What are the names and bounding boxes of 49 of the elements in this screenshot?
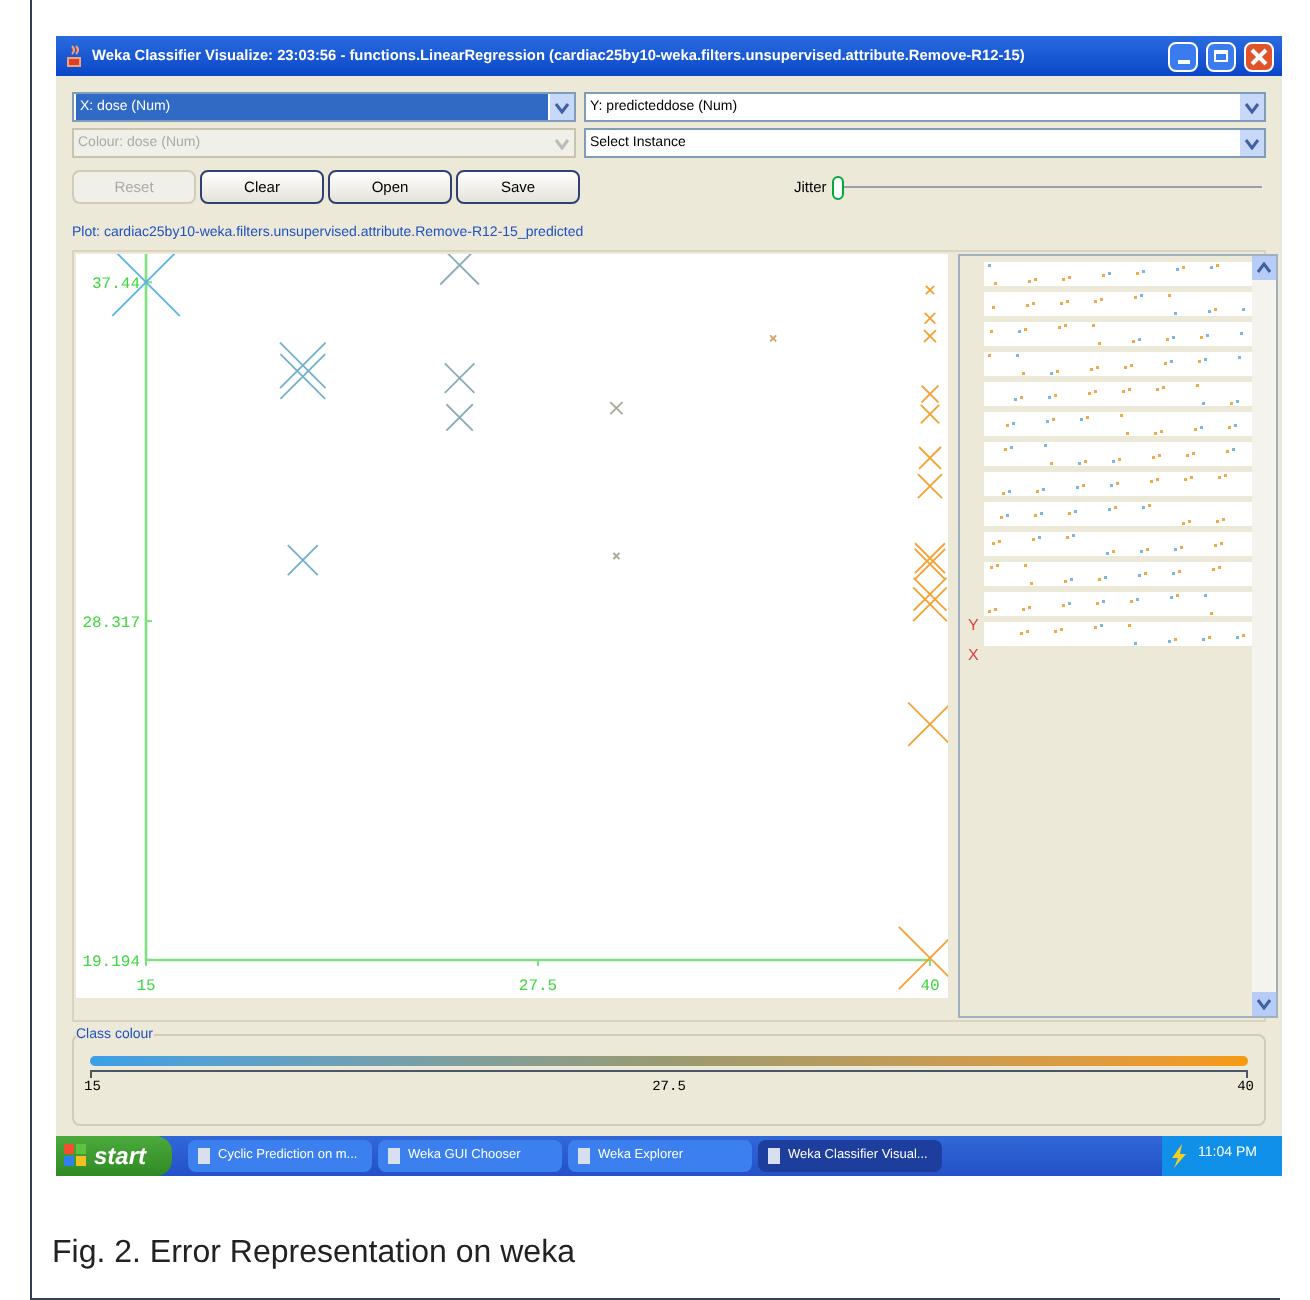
data-point (279, 340, 327, 389)
caret-down-icon (1256, 997, 1272, 1009)
data-point (923, 328, 937, 342)
jitter-slider[interactable] (832, 175, 1263, 199)
data-point (923, 311, 937, 324)
data-point (612, 551, 621, 559)
app-icon (576, 1147, 592, 1163)
data-point (769, 333, 778, 342)
slider-thumb[interactable] (832, 175, 845, 199)
close-button[interactable] (1244, 41, 1274, 71)
coffee-cup-icon (64, 42, 84, 70)
data-point (912, 585, 948, 622)
data-point (443, 361, 476, 393)
windows-logo-icon (64, 1144, 86, 1166)
data-point (445, 402, 474, 431)
data-point (913, 547, 947, 580)
figure-caption: Fig. 2. Error Representation on weka (52, 1233, 577, 1273)
data-point (907, 700, 948, 746)
app-icon (386, 1147, 402, 1163)
data-point (920, 383, 940, 403)
data-point (439, 253, 480, 285)
lightning-icon (1170, 1143, 1190, 1167)
caret-up-icon (1256, 261, 1272, 273)
scroll-up-button[interactable] (1252, 255, 1276, 279)
minimize-button[interactable] (1168, 41, 1198, 71)
y-tick-label: 19.194 (82, 953, 140, 971)
data-point (286, 543, 319, 575)
x-tick-label: 15 (136, 977, 156, 995)
data-point (919, 403, 941, 424)
maximize-button[interactable] (1206, 41, 1236, 71)
close-icon (1250, 47, 1268, 65)
data-point (912, 575, 948, 611)
data-point (609, 400, 624, 415)
data-point (279, 352, 327, 399)
data-point (914, 541, 946, 574)
scroll-down-button[interactable] (1252, 991, 1276, 1015)
data-point (924, 284, 936, 295)
data-point (918, 445, 942, 469)
axis-label: X (968, 645, 979, 663)
data-point (917, 472, 943, 499)
app-icon (196, 1147, 212, 1163)
start-button[interactable]: start (56, 1135, 172, 1175)
data-point (898, 924, 948, 989)
x-tick-label: 40 (920, 977, 940, 995)
x-tick-label: 27.5 (518, 977, 558, 995)
app-icon (766, 1147, 782, 1163)
axis-label: Y (968, 615, 979, 633)
y-tick-label: 28.317 (82, 614, 140, 633)
y-tick-label: 37.44 (91, 275, 140, 294)
